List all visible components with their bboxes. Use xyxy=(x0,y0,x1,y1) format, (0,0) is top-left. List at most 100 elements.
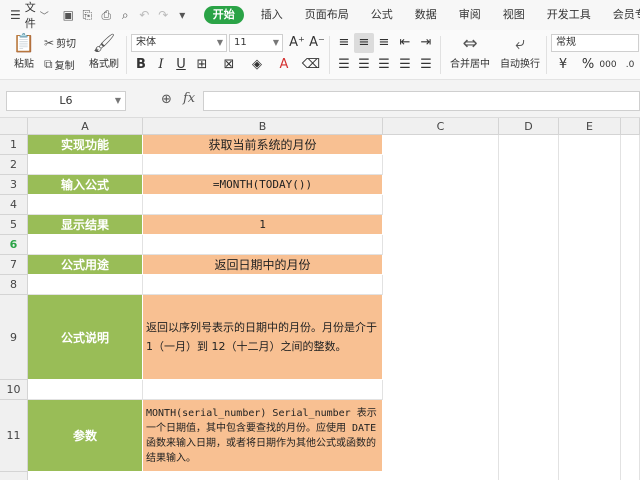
row-header-4[interactable]: 4 xyxy=(0,195,28,215)
row-header-12[interactable] xyxy=(0,472,28,480)
row-header-5[interactable]: 5 xyxy=(0,215,28,235)
bold-icon[interactable]: B xyxy=(131,55,151,75)
cell-b9[interactable]: 返回以序列号表示的日期中的月份。月份是介于 1（一月）到 12（十二月）之间的整… xyxy=(143,295,383,380)
cell-a4[interactable] xyxy=(28,195,143,215)
tab-page-layout[interactable]: 页面布局 xyxy=(294,0,360,30)
indent-decrease-icon[interactable]: ⇤ xyxy=(395,33,415,53)
indent-increase-icon[interactable]: ⇥ xyxy=(416,33,436,53)
undo-icon[interactable]: ↶ xyxy=(135,6,154,25)
tab-home[interactable]: 开始 xyxy=(203,6,244,24)
tab-insert[interactable]: 插入 xyxy=(250,0,294,30)
font-size-select[interactable]: 11 ▼ xyxy=(229,34,283,52)
thousands-icon[interactable]: 000 xyxy=(598,55,618,75)
save-icon[interactable]: ▣ xyxy=(59,6,78,25)
empty-column-d[interactable] xyxy=(499,135,559,480)
tab-developer[interactable]: 开发工具 xyxy=(536,0,602,30)
cell-b10[interactable] xyxy=(143,380,383,400)
increase-font-icon[interactable]: A⁺ xyxy=(287,33,307,53)
align-right-icon[interactable]: ☰ xyxy=(374,55,394,75)
cell-a6[interactable] xyxy=(28,235,143,255)
chevron-down-icon: ▼ xyxy=(216,38,223,47)
cell-a3[interactable]: 输入公式 xyxy=(28,175,143,195)
print-icon[interactable]: ⎙ xyxy=(97,6,116,25)
tab-member[interactable]: 会员专享 xyxy=(602,0,640,30)
row-header-9[interactable]: 9 xyxy=(0,295,28,380)
format-painter-button[interactable]: 🖌 格式刷 xyxy=(88,33,120,70)
justify-icon[interactable]: ☰ xyxy=(395,55,415,75)
customize-chevron-icon[interactable]: ▾ xyxy=(173,6,192,25)
cell-b7[interactable]: 返回日期中的月份 xyxy=(143,255,383,275)
row-header-8[interactable]: 8 xyxy=(0,275,28,295)
align-left-icon[interactable]: ☰ xyxy=(334,55,354,75)
redo-icon[interactable]: ↷ xyxy=(154,6,173,25)
underline-icon[interactable]: U xyxy=(171,55,191,75)
distribute-icon[interactable]: ☰ xyxy=(416,55,436,75)
file-menu[interactable]: ☰ 文件 ﹀ xyxy=(0,0,49,30)
percent-icon[interactable]: % xyxy=(578,55,598,75)
row-header-11[interactable]: 11 xyxy=(0,400,28,472)
fx-icon[interactable]: fx xyxy=(183,91,195,106)
row-header-6[interactable]: 6 xyxy=(0,235,28,255)
formula-input[interactable] xyxy=(203,91,640,111)
wrap-text-button[interactable]: ⤶ 自动换行 xyxy=(498,33,542,70)
clear-format-icon[interactable]: ⌫ xyxy=(301,55,321,75)
cell-a8[interactable] xyxy=(28,275,143,295)
tab-view[interactable]: 视图 xyxy=(492,0,536,30)
cell-a5[interactable]: 显示结果 xyxy=(28,215,143,235)
column-header-d[interactable]: D xyxy=(499,118,559,135)
row-header-1[interactable]: 1 xyxy=(0,135,28,155)
align-top-icon[interactable]: ≡ xyxy=(334,33,354,53)
cell-b5[interactable]: 1 xyxy=(143,215,383,235)
export-icon[interactable]: ⎘ xyxy=(78,6,97,25)
column-header-a[interactable]: A xyxy=(28,118,143,135)
cell-a10[interactable] xyxy=(28,380,143,400)
zoom-search-icon[interactable]: ⊕ xyxy=(161,92,172,107)
cell-b11[interactable]: MONTH(serial_number) Serial_number 表示一个日… xyxy=(143,400,383,472)
empty-column-f[interactable] xyxy=(621,135,640,480)
tab-review[interactable]: 审阅 xyxy=(448,0,492,30)
cell-style-icon[interactable]: ⊠ xyxy=(219,55,239,75)
column-header-f[interactable] xyxy=(621,118,640,135)
column-header-e[interactable]: E xyxy=(559,118,621,135)
tab-data[interactable]: 数据 xyxy=(404,0,448,30)
align-middle-icon[interactable]: ≡ xyxy=(354,33,374,53)
align-bottom-icon[interactable]: ≡ xyxy=(374,33,394,53)
column-header-b[interactable]: B xyxy=(143,118,383,135)
fill-color-icon[interactable]: ◈ xyxy=(247,55,267,75)
name-box[interactable]: L6 ▼ xyxy=(6,91,126,111)
number-format-select[interactable]: 常规 xyxy=(551,34,639,52)
border-icon[interactable]: ⊞ xyxy=(192,55,212,75)
empty-column-c[interactable] xyxy=(383,135,499,480)
align-center-icon[interactable]: ☰ xyxy=(354,55,374,75)
cell-b6[interactable] xyxy=(143,235,383,255)
font-name-select[interactable]: 宋体 ▼ xyxy=(131,34,227,52)
row-header-7[interactable]: 7 xyxy=(0,255,28,275)
empty-column-e[interactable] xyxy=(559,135,621,480)
select-all-corner[interactable] xyxy=(0,118,28,135)
cell-b3[interactable]: =MONTH(TODAY()) xyxy=(143,175,383,195)
italic-icon[interactable]: I xyxy=(151,55,171,75)
currency-icon[interactable]: ¥ xyxy=(553,55,573,75)
cell-a2[interactable] xyxy=(28,155,143,175)
column-header-c[interactable]: C xyxy=(383,118,499,135)
merge-center-button[interactable]: ⇔ 合并居中 xyxy=(444,33,496,70)
font-color-icon[interactable]: A xyxy=(274,55,294,75)
cell-a7[interactable]: 公式用途 xyxy=(28,255,143,275)
decrease-font-icon[interactable]: A⁻ xyxy=(307,33,327,53)
row-header-2[interactable]: 2 xyxy=(0,155,28,175)
copy-button[interactable]: ⧉ 复制 xyxy=(44,57,75,72)
paste-button[interactable]: 📋 粘贴 xyxy=(8,33,40,70)
print-preview-icon[interactable]: ⌕ xyxy=(116,6,135,25)
cell-b2[interactable] xyxy=(143,155,383,175)
cell-a9[interactable]: 公式说明 xyxy=(28,295,143,380)
tab-formulas[interactable]: 公式 xyxy=(360,0,404,30)
row-header-10[interactable]: 10 xyxy=(0,380,28,400)
row-header-3[interactable]: 3 xyxy=(0,175,28,195)
increase-decimal-icon[interactable]: .0 xyxy=(620,55,640,75)
cell-a11[interactable]: 参数 xyxy=(28,400,143,472)
cell-a1[interactable]: 实现功能 xyxy=(28,135,143,155)
cut-button[interactable]: ✂ 剪切 xyxy=(44,35,76,51)
cell-b4[interactable] xyxy=(143,195,383,215)
cell-b1[interactable]: 获取当前系统的月份 xyxy=(143,135,383,155)
cell-b8[interactable] xyxy=(143,275,383,295)
